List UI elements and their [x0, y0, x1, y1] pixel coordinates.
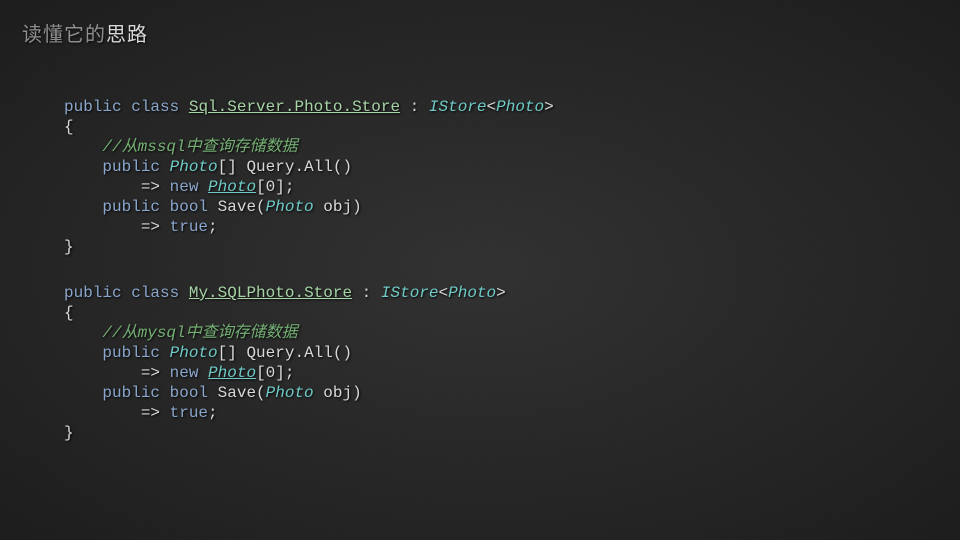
kw-public: public — [102, 384, 160, 402]
comment-mssql: //从mssql中查询存储数据 — [102, 138, 297, 156]
brace-open: { — [64, 118, 74, 136]
brace-close: } — [64, 238, 74, 256]
title-emphasis: 思路 — [106, 24, 148, 46]
punct-semi: ; — [208, 404, 218, 422]
type-istore: IStore — [429, 98, 487, 116]
brace-open: { — [64, 304, 74, 322]
class-name: My.SQLPhoto.Store — [189, 284, 352, 302]
op-arrow: => — [141, 364, 160, 382]
kw-true: true — [170, 218, 208, 236]
param-obj: obj) — [314, 198, 362, 216]
type-photo: Photo — [266, 198, 314, 216]
method-queryall: Query.All() — [246, 158, 352, 176]
type-photo: Photo — [448, 284, 496, 302]
comment-mysql: //从mysql中查询存储数据 — [102, 324, 297, 342]
punct-gt: > — [544, 98, 554, 116]
type-photo: Photo — [496, 98, 544, 116]
kw-public: public — [102, 198, 160, 216]
kw-public: public — [102, 158, 160, 176]
code-block-mysql: public class My.SQLPhoto.Store : IStore<… — [64, 283, 938, 443]
kw-bool: bool — [170, 384, 208, 402]
kw-new: new — [170, 364, 199, 382]
kw-true: true — [170, 404, 208, 422]
type-photo: Photo — [266, 384, 314, 402]
punct-gt: > — [496, 284, 506, 302]
param-obj: obj) — [314, 384, 362, 402]
op-arrow: => — [141, 218, 160, 236]
idx-zero: [0]; — [256, 178, 294, 196]
punct-colon: : — [400, 98, 429, 116]
method-queryall: Query.All() — [246, 344, 352, 362]
type-photo: Photo — [170, 344, 218, 362]
arr-brackets: [] — [218, 158, 247, 176]
kw-public: public — [64, 284, 122, 302]
method-save: Save( — [208, 198, 266, 216]
kw-new: new — [170, 178, 199, 196]
slide-container: 读懂它的思路 public class Sql.Server.Photo.Sto… — [0, 0, 960, 540]
class-name: Sql.Server.Photo.Store — [189, 98, 400, 116]
title-prefix: 读懂它的 — [22, 24, 106, 46]
kw-bool: bool — [170, 198, 208, 216]
punct-colon: : — [352, 284, 381, 302]
arr-brackets: [] — [218, 344, 247, 362]
type-photo: Photo — [208, 364, 256, 382]
code-block-sqlserver: public class Sql.Server.Photo.Store : IS… — [64, 97, 938, 257]
op-arrow: => — [141, 404, 160, 422]
kw-class: class — [131, 284, 179, 302]
punct-semi: ; — [208, 218, 218, 236]
kw-public: public — [102, 344, 160, 362]
type-photo: Photo — [170, 158, 218, 176]
type-photo: Photo — [208, 178, 256, 196]
method-save: Save( — [208, 384, 266, 402]
op-arrow: => — [141, 178, 160, 196]
kw-public: public — [64, 98, 122, 116]
type-istore: IStore — [381, 284, 439, 302]
idx-zero: [0]; — [256, 364, 294, 382]
brace-close: } — [64, 424, 74, 442]
kw-class: class — [131, 98, 179, 116]
slide-title: 读懂它的思路 — [22, 18, 938, 47]
punct-lt: < — [487, 98, 497, 116]
punct-lt: < — [439, 284, 449, 302]
